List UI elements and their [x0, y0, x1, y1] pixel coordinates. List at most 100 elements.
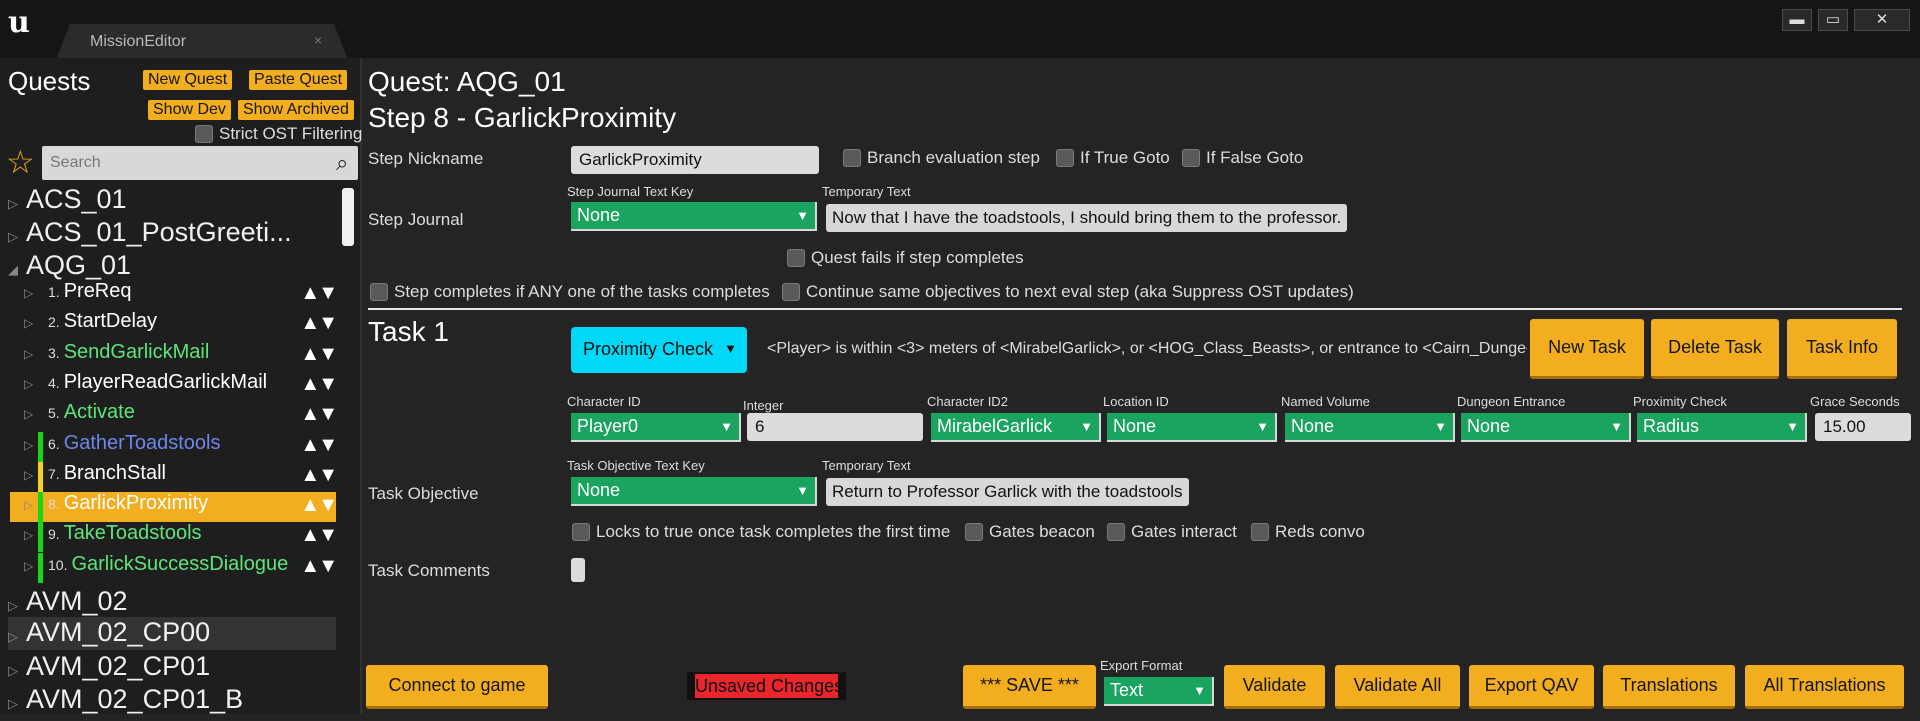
search-input[interactable]: Search [42, 146, 358, 180]
param-dropdown[interactable]: None ▼ [1285, 413, 1455, 442]
step-item[interactable]: ▷ 10. GarlickSuccessDialogue ▲▼ [10, 552, 338, 583]
branch-eval-checkbox[interactable] [843, 149, 861, 167]
step-any-toggle[interactable]: Step completes if ANY one of the tasks c… [370, 282, 770, 302]
tab-mission-editor[interactable]: MissionEditor × [56, 24, 348, 60]
minimize-button[interactable]: ▬ [1782, 9, 1812, 31]
param-dropdown[interactable]: None ▼ [1107, 413, 1277, 442]
new-task-button[interactable]: New Task [1530, 319, 1644, 379]
new-quest-button[interactable]: New Quest [143, 70, 233, 90]
export-format-dropdown[interactable]: Text ▼ [1104, 677, 1214, 706]
step-item[interactable]: ▷ 5. Activate ▲▼ [10, 401, 338, 431]
tab-close-icon[interactable]: × [314, 32, 322, 48]
expand-icon[interactable]: ▷ [8, 598, 26, 614]
param-dropdown[interactable]: MirabelGarlick ▼ [931, 413, 1101, 442]
close-window-button[interactable]: ✕ [1854, 9, 1910, 31]
scrollbar[interactable] [342, 188, 354, 246]
quest-item[interactable]: ▷ AVM_02 [8, 586, 128, 619]
step-any-checkbox[interactable] [370, 283, 388, 301]
step-journal-temp-text[interactable]: Now that I have the toadstools, I should… [826, 204, 1348, 232]
if-false-toggle[interactable]: If False Goto [1182, 148, 1303, 168]
gates-interact-checkbox[interactable] [1107, 523, 1125, 541]
gates-beacon-checkbox[interactable] [965, 523, 983, 541]
paste-quest-button[interactable]: Paste Quest [249, 70, 348, 90]
export-qav-button[interactable]: Export QAV [1469, 665, 1594, 709]
task-info-button[interactable]: Task Info [1787, 319, 1897, 379]
search-icon[interactable]: ⌕ [336, 150, 358, 175]
step-item[interactable]: ▷ 1. PreReq ▲▼ [10, 280, 338, 310]
quest-fails-checkbox[interactable] [787, 249, 805, 267]
validate-button[interactable]: Validate [1224, 665, 1325, 709]
param-input[interactable]: 6 [747, 413, 923, 441]
param-dropdown[interactable]: Radius ▼ [1637, 413, 1807, 442]
reds-convo-checkbox[interactable] [1251, 523, 1269, 541]
reorder-arrows-icon[interactable]: ▲▼ [300, 312, 338, 335]
step-nickname-input[interactable]: GarlickProximity [571, 146, 819, 174]
reorder-arrows-icon[interactable]: ▲▼ [300, 494, 338, 517]
step-item[interactable]: ▷ 4. PlayerReadGarlickMail ▲▼ [10, 371, 338, 401]
step-item[interactable]: ▷ 6. GatherToadstools ▲▼ [10, 431, 338, 462]
connect-to-game-button[interactable]: Connect to game [366, 665, 548, 709]
step-journal-key-dropdown[interactable]: None ▼ [571, 202, 817, 231]
favorite-star-icon[interactable]: ☆ [6, 145, 40, 179]
reorder-arrows-icon[interactable]: ▲▼ [300, 524, 338, 547]
step-item[interactable]: ▷ 3. SendGarlickMail ▲▼ [10, 341, 338, 371]
save-button[interactable]: *** SAVE *** [963, 665, 1096, 709]
expand-icon[interactable]: ▷ [10, 407, 48, 421]
if-true-checkbox[interactable] [1056, 149, 1074, 167]
quest-item[interactable]: ▷ ACS_01_PostGreeti... [8, 217, 292, 250]
expand-icon[interactable]: ▷ [8, 229, 26, 245]
expand-icon[interactable]: ▷ [10, 286, 48, 300]
strict-filter-toggle[interactable]: Strict OST Filtering [195, 124, 362, 144]
continue-same-toggle[interactable]: Continue same objectives to next eval st… [782, 282, 1354, 302]
reorder-arrows-icon[interactable]: ▲▼ [300, 343, 338, 366]
translations-button[interactable]: Translations [1603, 665, 1735, 709]
expand-icon[interactable]: ▷ [8, 696, 26, 712]
show-dev-button[interactable]: Show Dev [148, 100, 231, 120]
step-item[interactable]: ▷ 7. BranchStall ▲▼ [10, 461, 338, 492]
quest-item[interactable]: ▷ AVM_02_CP01 [8, 651, 210, 684]
gates-beacon-toggle[interactable]: Gates beacon [965, 522, 1095, 542]
task-comments-input[interactable] [571, 558, 585, 582]
quest-item[interactable]: ▷ AVM_02_CP01_B [8, 684, 243, 717]
reorder-arrows-icon[interactable]: ▲▼ [300, 373, 338, 396]
expand-icon[interactable]: ▷ [8, 663, 26, 679]
delete-task-button[interactable]: Delete Task [1651, 319, 1779, 379]
expand-icon[interactable]: ▷ [10, 316, 48, 330]
maximize-button[interactable]: ▭ [1818, 9, 1848, 31]
quest-fails-toggle[interactable]: Quest fails if step completes [787, 248, 1024, 268]
continue-same-checkbox[interactable] [782, 283, 800, 301]
collapse-icon[interactable]: ◢ [8, 262, 26, 278]
quest-item[interactable]: ▷ ACS_01 [8, 184, 127, 217]
task-objective-temp-text[interactable]: Return to Professor Garlick with the toa… [826, 478, 1189, 506]
quest-item[interactable]: ▷ AVM_02_CP00 [8, 617, 336, 650]
if-false-checkbox[interactable] [1182, 149, 1200, 167]
reorder-arrows-icon[interactable]: ▲▼ [300, 403, 338, 426]
expand-icon[interactable]: ▷ [10, 377, 48, 391]
param-dropdown[interactable]: Player0 ▼ [571, 413, 741, 442]
step-item[interactable]: ▷ 9. TakeToadstools ▲▼ [10, 522, 338, 553]
reds-convo-toggle[interactable]: Reds convo [1251, 522, 1365, 542]
locks-true-toggle[interactable]: Locks to true once task completes the fi… [572, 522, 950, 542]
show-archived-button[interactable]: Show Archived [238, 100, 354, 120]
param-input[interactable]: 15.00 [1815, 413, 1911, 441]
validate-all-button[interactable]: Validate All [1335, 665, 1460, 709]
param-dropdown[interactable]: None ▼ [1461, 413, 1631, 442]
strict-filter-checkbox[interactable] [195, 125, 213, 143]
reorder-arrows-icon[interactable]: ▲▼ [300, 464, 338, 487]
if-true-toggle[interactable]: If True Goto [1056, 148, 1170, 168]
reorder-arrows-icon[interactable]: ▲▼ [300, 434, 338, 457]
quest-item[interactable]: ◢ AQG_01 [8, 250, 131, 283]
all-translations-button[interactable]: All Translations [1745, 665, 1904, 709]
step-item[interactable]: ▷ 8. GarlickProximity ▲▼ [10, 492, 338, 523]
expand-icon[interactable]: ▷ [8, 196, 26, 212]
gates-interact-toggle[interactable]: Gates interact [1107, 522, 1237, 542]
reorder-arrows-icon[interactable]: ▲▼ [300, 282, 338, 305]
locks-true-checkbox[interactable] [572, 523, 590, 541]
expand-icon[interactable]: ▷ [10, 347, 48, 361]
task-objective-key-dropdown[interactable]: None ▼ [571, 477, 817, 506]
task-type-dropdown[interactable]: Proximity Check ▼ [571, 327, 747, 373]
expand-icon[interactable]: ▷ [8, 629, 26, 645]
branch-eval-toggle[interactable]: Branch evaluation step [843, 148, 1040, 168]
reorder-arrows-icon[interactable]: ▲▼ [300, 555, 338, 578]
step-item[interactable]: ▷ 2. StartDelay ▲▼ [10, 310, 338, 340]
